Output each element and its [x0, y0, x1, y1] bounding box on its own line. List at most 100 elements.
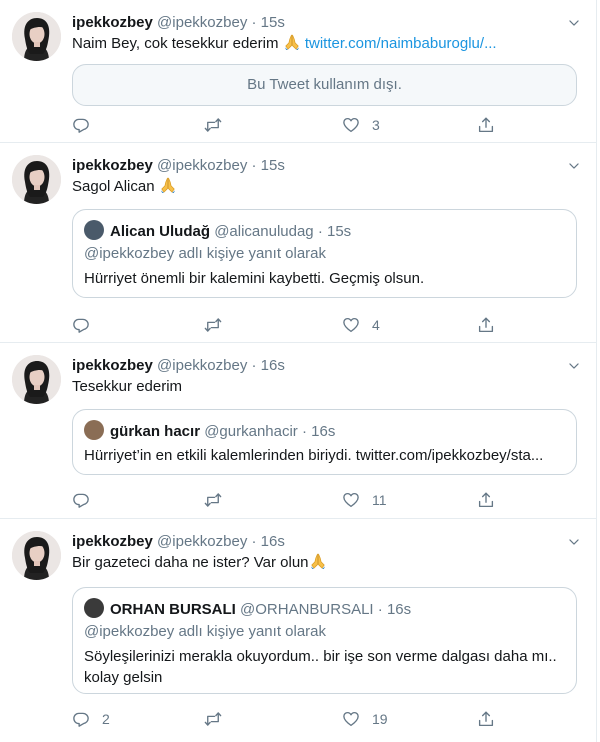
timestamp[interactable]: 15s: [261, 14, 285, 31]
share-icon: [477, 710, 495, 728]
chevron-down-icon[interactable]: [567, 535, 581, 549]
reply-button[interactable]: [72, 115, 102, 135]
action-bar: 4: [72, 315, 585, 335]
reply-button[interactable]: [72, 490, 102, 510]
retweet-button[interactable]: [204, 709, 234, 729]
quoted-tweet-text: Hürriyet önemli bir kalemini kaybetti. G…: [84, 270, 425, 287]
reply-button[interactable]: 2: [72, 709, 110, 729]
separator: ·: [317, 223, 323, 240]
quoted-avatar: [84, 598, 104, 618]
tweet-text-body: Bir gazeteci daha ne ister? Var olun: [72, 554, 309, 571]
unavailable-tweet-notice: Bu Tweet kullanım dışı.: [72, 64, 577, 106]
like-count: 11: [372, 492, 387, 508]
action-bar: 3: [72, 115, 585, 135]
action-bar: 2 19: [72, 709, 585, 729]
avatar[interactable]: [12, 355, 61, 404]
reply-icon: [72, 116, 90, 134]
separator: ·: [251, 533, 257, 550]
author-name[interactable]: ipekkozbey: [72, 533, 153, 550]
folded-hands-emoji-icon: [159, 177, 177, 193]
chevron-down-icon[interactable]: [567, 359, 581, 373]
author-handle[interactable]: @ipekkozbey: [157, 14, 247, 31]
tweet-text-body: Tesekkur ederim: [72, 378, 183, 395]
tweet-header: ipekkozbey @ipekkozbey · 15s: [72, 156, 285, 176]
quoted-author-handle: @alicanuludag: [214, 223, 314, 240]
quoted-timestamp: 15s: [327, 223, 352, 240]
tweet[interactable]: ipekkozbey @ipekkozbey · 16s Tesekkur ed…: [0, 343, 597, 519]
quoted-tweet-header: ORHAN BURSALI @ORHANBURSALI · 16s: [84, 598, 411, 620]
tweet-header: ipekkozbey @ipekkozbey · 16s: [72, 532, 285, 552]
tweet[interactable]: ipekkozbey @ipekkozbey · 16s Bir gazetec…: [0, 519, 597, 742]
tweet-link[interactable]: twitter.com/naimbaburoglu/...: [305, 35, 497, 52]
tweet-text-body: Sagol Alican: [72, 178, 155, 195]
like-button[interactable]: 3: [342, 115, 380, 135]
quoted-tweet[interactable]: Alican Uludağ @alicanuludag · 15s @ipekk…: [72, 209, 577, 298]
avatar[interactable]: [12, 12, 61, 61]
chevron-down-icon[interactable]: [567, 16, 581, 30]
quoted-author-name: gürkan hacır: [110, 423, 201, 440]
heart-icon: [342, 316, 360, 334]
retweet-icon: [204, 710, 222, 728]
heart-icon: [342, 491, 360, 509]
avatar[interactable]: [12, 155, 61, 204]
separator: ·: [251, 357, 257, 374]
share-button[interactable]: [477, 709, 495, 729]
quoted-timestamp: 16s: [386, 601, 412, 618]
timestamp[interactable]: 16s: [261, 533, 285, 550]
tweet[interactable]: ipekkozbey @ipekkozbey · 15s Naim Bey, c…: [0, 0, 597, 143]
author-handle[interactable]: @ipekkozbey: [157, 357, 247, 374]
timestamp[interactable]: 16s: [261, 357, 285, 374]
timestamp[interactable]: 15s: [261, 157, 285, 174]
author-handle[interactable]: @ipekkozbey: [157, 157, 247, 174]
quoted-tweet-text: Hürriyet’in en etkili kalemlerinden biri…: [84, 447, 544, 464]
retweet-button[interactable]: [204, 315, 234, 335]
share-button[interactable]: [477, 490, 495, 510]
reply-button[interactable]: [72, 315, 102, 335]
folded-hands-emoji-icon: [283, 34, 301, 50]
share-icon: [477, 316, 495, 334]
quoted-tweet-text-line-2: kolay gelsin: [84, 669, 163, 686]
heart-icon: [342, 116, 360, 134]
action-bar: 11: [72, 490, 585, 510]
like-count: 3: [372, 117, 380, 133]
share-icon: [477, 116, 495, 134]
tweet-text: Bir gazeteci daha ne ister? Var olun: [72, 553, 585, 573]
like-button[interactable]: 19: [342, 709, 388, 729]
quoted-tweet[interactable]: gürkan hacır @gurkanhacir · 16s Hürriyet…: [72, 409, 577, 475]
folded-hands-emoji-icon: [309, 553, 327, 569]
reply-count: 2: [102, 711, 110, 727]
author-handle[interactable]: @ipekkozbey: [157, 533, 247, 550]
like-button[interactable]: 4: [342, 315, 380, 335]
timeline: ipekkozbey @ipekkozbey · 15s Naim Bey, c…: [0, 0, 597, 742]
retweet-button[interactable]: [204, 490, 234, 510]
like-count: 4: [372, 317, 380, 333]
separator: ·: [251, 157, 257, 174]
tweet[interactable]: ipekkozbey @ipekkozbey · 15s Sagol Alica…: [0, 143, 597, 343]
author-name[interactable]: ipekkozbey: [72, 157, 153, 174]
author-name[interactable]: ipekkozbey: [72, 14, 153, 31]
avatar[interactable]: [12, 531, 61, 580]
share-button[interactable]: [477, 115, 495, 135]
share-button[interactable]: [477, 315, 495, 335]
author-name[interactable]: ipekkozbey: [72, 357, 153, 374]
retweet-button[interactable]: [204, 115, 234, 135]
quoted-tweet-text-line-1: Söyleşilerinizi merakla okuyordum.. bir …: [84, 648, 557, 665]
like-count: 19: [372, 711, 388, 727]
retweet-icon: [204, 116, 222, 134]
quoted-author-name: Alican Uludağ: [110, 223, 211, 240]
like-button[interactable]: 11: [342, 490, 387, 510]
quoted-tweet[interactable]: ORHAN BURSALI @ORHANBURSALI · 16s @ipekk…: [72, 587, 577, 694]
tweet-header: ipekkozbey @ipekkozbey · 15s: [72, 13, 285, 33]
quoted-author-handle: @ORHANBURSALI: [240, 601, 374, 618]
reply-icon: [72, 710, 90, 728]
quoted-avatar: [84, 420, 104, 440]
retweet-icon: [204, 491, 222, 509]
reply-context: @ipekkozbey adlı kişiye yanıt olarak: [84, 245, 327, 262]
quoted-author-handle: @gurkanhacir: [204, 423, 298, 440]
share-icon: [477, 491, 495, 509]
tweet-header: ipekkozbey @ipekkozbey · 16s: [72, 356, 285, 376]
retweet-icon: [204, 316, 222, 334]
separator: ·: [377, 601, 383, 618]
chevron-down-icon[interactable]: [567, 159, 581, 173]
quoted-avatar: [84, 220, 104, 240]
